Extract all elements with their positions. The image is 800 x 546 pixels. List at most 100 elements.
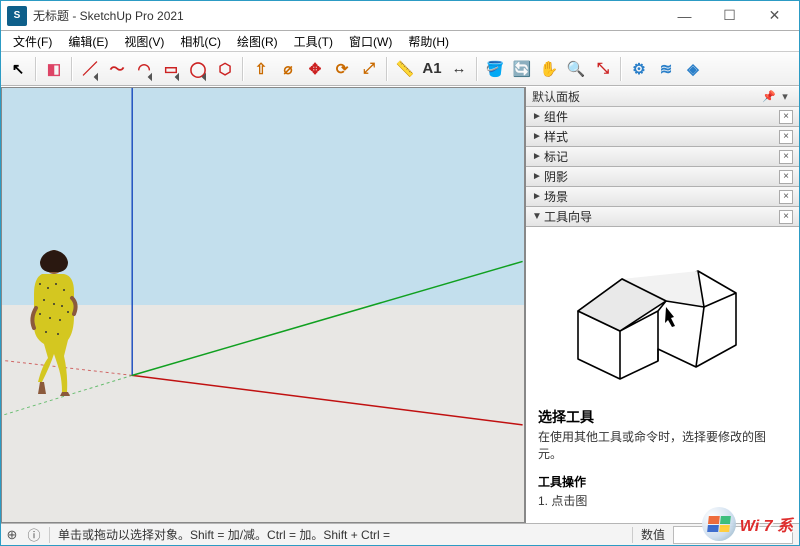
rect-tool[interactable]: ▭	[158, 56, 184, 82]
panel-section-场景[interactable]: ►场景×	[526, 187, 799, 207]
text-tool[interactable]: A1	[419, 56, 445, 82]
menu-camera[interactable]: 相机(C)	[172, 31, 229, 52]
menu-bar: 文件(F)编辑(E)视图(V)相机(C)绘图(R)工具(T)窗口(W)帮助(H)	[1, 31, 799, 52]
collapse-icon[interactable]: ▾	[777, 90, 793, 103]
close-button[interactable]: ✕	[752, 2, 797, 30]
viewport-3d[interactable]	[1, 87, 525, 523]
panel-section-工具向导[interactable]: ▼工具向导×	[526, 207, 799, 227]
polygon-tool[interactable]: ⬡	[212, 56, 238, 82]
menu-draw[interactable]: 绘图(R)	[229, 31, 286, 52]
tray-panel: 默认面板 📌 ▾ ►组件×►样式×►标记×►阴影×►场景×▼工具向导×	[525, 87, 799, 523]
pushpull-icon: ⇧	[255, 60, 268, 78]
instructor-illustration	[538, 239, 787, 399]
measurement-input[interactable]	[673, 526, 793, 544]
tape-tool[interactable]: 📏	[392, 56, 418, 82]
panel-section-label: 阴影	[544, 168, 779, 185]
freehand-icon: 〜	[109, 58, 124, 79]
scale-icon: ⤢	[363, 60, 375, 77]
move-icon: ✥	[309, 60, 322, 78]
scale-tool[interactable]: ⤢	[356, 56, 382, 82]
triangle-right-icon: ►	[532, 171, 544, 182]
zoom-tool[interactable]: 🔍	[563, 56, 589, 82]
instructor-step: 1. 点击图	[538, 492, 787, 509]
panel-section-样式[interactable]: ►样式×	[526, 127, 799, 147]
title-bar: S 无标题 - SketchUp Pro 2021 — ☐ ✕	[1, 1, 799, 31]
pin-icon[interactable]: 📌	[761, 90, 777, 103]
line-tool[interactable]: ／	[77, 56, 103, 82]
instructor-desc: 在使用其他工具或命令时，选择要修改的图元。	[538, 429, 787, 463]
instructor-title: 选择工具	[538, 407, 787, 427]
panel-section-label: 标记	[544, 148, 779, 165]
instructor-body: 选择工具 在使用其他工具或命令时，选择要修改的图元。 工具操作 1. 点击图	[526, 227, 799, 523]
panel-section-label: 组件	[544, 108, 779, 125]
panel-section-label: 场景	[544, 188, 779, 205]
text-icon: A1	[422, 60, 441, 77]
section-close-icon[interactable]: ×	[779, 190, 793, 204]
zoom-extents-icon: ⤡	[597, 60, 609, 77]
triangle-right-icon: ►	[532, 191, 544, 202]
paint-icon: 🪣	[486, 60, 505, 78]
panel-section-阴影[interactable]: ►阴影×	[526, 167, 799, 187]
section-close-icon[interactable]: ×	[779, 110, 793, 124]
panel-section-组件[interactable]: ►组件×	[526, 107, 799, 127]
minimize-button[interactable]: —	[662, 2, 707, 30]
status-bar: ⊕ ⓘ 单击或拖动以选择对象。Shift = 加/减。Ctrl = 加。Shif…	[1, 523, 799, 545]
dim-icon: ↔	[452, 60, 467, 77]
tray-title: 默认面板	[532, 88, 580, 105]
warehouse-tool[interactable]: ⚙	[626, 56, 652, 82]
menu-file[interactable]: 文件(F)	[5, 31, 60, 52]
pushpull-tool[interactable]: ⇧	[248, 56, 274, 82]
ext-mgr-tool[interactable]: ≋	[653, 56, 679, 82]
geo-icon[interactable]: ⊕	[1, 527, 23, 543]
app-icon: S	[7, 6, 27, 26]
eraser-tool[interactable]: ◧	[41, 56, 67, 82]
select-tool[interactable]: ↖	[5, 56, 31, 82]
pan-tool[interactable]: ✋	[536, 56, 562, 82]
triangle-right-icon: ►	[532, 131, 544, 142]
menu-help[interactable]: 帮助(H)	[400, 31, 457, 52]
offset-tool[interactable]: ⌀	[275, 56, 301, 82]
circle-tool[interactable]: ◯	[185, 56, 211, 82]
polygon-icon: ⬡	[218, 60, 231, 78]
section-close-icon[interactable]: ×	[779, 210, 793, 224]
section-close-icon[interactable]: ×	[779, 170, 793, 184]
menu-window[interactable]: 窗口(W)	[341, 31, 400, 52]
move-tool[interactable]: ✥	[302, 56, 328, 82]
panel-section-label: 工具向导	[544, 208, 779, 225]
offset-icon: ⌀	[283, 60, 292, 78]
freehand-tool[interactable]: 〜	[104, 56, 130, 82]
menu-view[interactable]: 视图(V)	[116, 31, 172, 52]
orbit-tool[interactable]: 🔄	[509, 56, 535, 82]
pan-icon: ✋	[540, 60, 559, 78]
rect-icon: ▭	[164, 60, 178, 78]
toolbar: ↖ ◧ ／ 〜 ◠ ▭ ◯ ⬡ ⇧ ⌀ ✥ ⟳ ⤢ 📏 A1 ↔ 🪣 🔄 ✋ 🔍 ⤡ ⚙ ≋ ◈	[1, 52, 799, 86]
panel-section-标记[interactable]: ►标记×	[526, 147, 799, 167]
section-close-icon[interactable]: ×	[779, 130, 793, 144]
section-close-icon[interactable]: ×	[779, 150, 793, 164]
select-icon: ↖	[12, 60, 25, 78]
zoom-icon: 🔍	[567, 60, 586, 78]
tape-icon: 📏	[396, 60, 415, 78]
arc-tool[interactable]: ◠	[131, 56, 157, 82]
window-title: 无标题 - SketchUp Pro 2021	[33, 7, 662, 24]
triangle-right-icon: ►	[532, 151, 544, 162]
credits-icon[interactable]: ⓘ	[23, 525, 45, 544]
paint-tool[interactable]: 🪣	[482, 56, 508, 82]
triangle-right-icon: ►	[532, 111, 544, 122]
warehouse-icon: ⚙	[632, 60, 645, 78]
line-icon: ／	[82, 58, 97, 79]
zoom-extents-tool[interactable]: ⤡	[590, 56, 616, 82]
dim-tool[interactable]: ↔	[446, 56, 472, 82]
menu-tools[interactable]: 工具(T)	[286, 31, 341, 52]
tray-header[interactable]: 默认面板 📌 ▾	[526, 87, 799, 107]
ext-whs-tool[interactable]: ◈	[680, 56, 706, 82]
ext-whs-icon: ◈	[687, 60, 699, 78]
orbit-icon: 🔄	[513, 60, 532, 78]
maximize-button[interactable]: ☐	[707, 2, 752, 30]
arc-icon: ◠	[137, 60, 150, 78]
status-hint: 单击或拖动以选择对象。Shift = 加/减。Ctrl = 加。Shift + …	[54, 526, 394, 543]
rotate-tool[interactable]: ⟳	[329, 56, 355, 82]
scale-figure-icon	[24, 248, 84, 398]
rotate-icon: ⟳	[336, 60, 349, 78]
menu-edit[interactable]: 编辑(E)	[60, 31, 116, 52]
